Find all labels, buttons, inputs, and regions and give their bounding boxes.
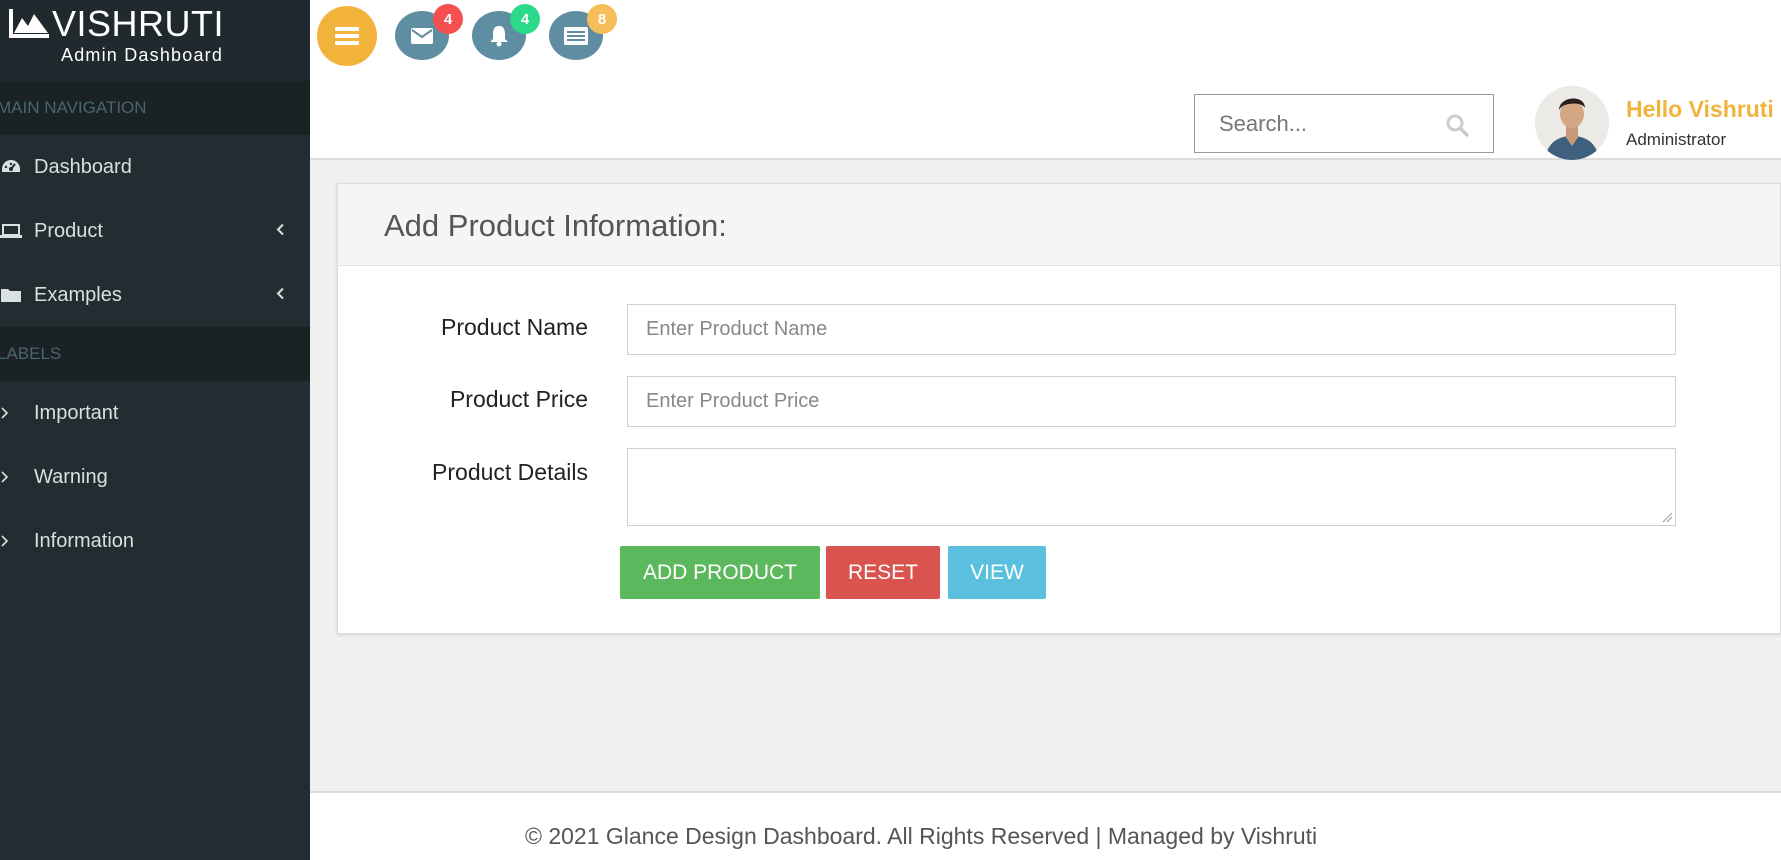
chevron-left-icon	[276, 220, 286, 243]
tasks-icon	[564, 26, 588, 45]
hamburger-icon	[335, 27, 359, 45]
user-role: Administrator	[1626, 130, 1727, 149]
mountain-logo-icon	[9, 9, 49, 38]
sidebar-item-warning[interactable]: Warning	[0, 445, 310, 509]
add-product-panel: Add Product Information: Product Name Pr…	[337, 183, 1781, 634]
product-price-input[interactable]	[628, 377, 1675, 426]
sidebar: VISHRUTI Admin Dashboard MAIN NAVIGATION…	[0, 0, 310, 860]
sidebar-item-label: Dashboard	[34, 155, 132, 178]
search-icon[interactable]	[1445, 113, 1469, 142]
product-price-field-wrapper	[627, 376, 1676, 427]
add-product-button[interactable]: ADD PRODUCT	[620, 546, 820, 599]
envelope-icon	[411, 27, 433, 44]
panel-header: Add Product Information:	[338, 184, 1780, 266]
reset-button[interactable]: RESET	[826, 546, 940, 599]
panel-title: Add Product Information:	[384, 208, 727, 243]
messages-count-badge: 4	[433, 4, 463, 34]
topbar: 4 4 8 Hello Vishruti Administrator	[310, 0, 1781, 160]
sidebar-item-label: Important	[34, 401, 119, 424]
main-navigation-header: MAIN NAVIGATION	[0, 81, 310, 135]
product-details-field-wrapper	[627, 448, 1676, 526]
brand-subtitle: Admin Dashboard	[61, 45, 224, 65]
sidebar-item-important[interactable]: Important	[0, 381, 310, 445]
search-input[interactable]	[1195, 95, 1435, 152]
brand-title: VISHRUTI	[52, 3, 225, 44]
tasks-count-badge: 8	[587, 4, 617, 34]
product-details-label: Product Details	[432, 459, 588, 485]
notifications-button[interactable]: 4	[472, 4, 540, 60]
product-name-field-wrapper	[627, 304, 1676, 355]
chevron-left-icon	[276, 284, 286, 307]
dashboard-icon	[0, 156, 22, 178]
product-name-label: Product Name	[440, 314, 588, 340]
chevron-right-icon	[0, 402, 22, 424]
chevron-right-icon	[0, 530, 22, 552]
product-name-input[interactable]	[628, 305, 1675, 354]
chevron-right-icon	[0, 466, 22, 488]
brand-logo: VISHRUTI	[8, 6, 224, 42]
labels-header: LABELS	[0, 327, 310, 381]
sidebar-item-label: Product	[34, 219, 103, 242]
search-box	[1194, 94, 1494, 153]
sidebar-item-label: Examples	[34, 283, 122, 306]
tasks-button[interactable]: 8	[549, 4, 617, 60]
bell-icon	[490, 25, 508, 46]
sidebar-item-label: Information	[34, 529, 135, 552]
messages-button[interactable]: 4	[395, 4, 463, 60]
footer-copyright: © 2021 Glance Design Dashboard. All Righ…	[525, 823, 1318, 849]
user-photo	[1535, 86, 1609, 160]
avatar[interactable]	[1535, 86, 1609, 160]
sidebar-item-label: Warning	[34, 465, 108, 488]
product-details-textarea[interactable]	[628, 449, 1675, 525]
sidebar-item-examples[interactable]: Examples	[0, 263, 310, 327]
sidebar-item-information[interactable]: Information	[0, 509, 310, 573]
notifications-count-badge: 4	[510, 4, 540, 34]
brand[interactable]: VISHRUTI Admin Dashboard	[0, 0, 310, 81]
menu-toggle-button[interactable]	[317, 6, 377, 66]
folder-icon	[0, 284, 22, 306]
footer: © 2021 Glance Design Dashboard. All Righ…	[310, 791, 1781, 860]
resize-handle-icon[interactable]	[1661, 511, 1673, 523]
product-price-label: Product Price	[449, 386, 588, 412]
laptop-icon	[0, 220, 22, 242]
view-button[interactable]: VIEW	[948, 546, 1046, 599]
sidebar-item-dashboard[interactable]: Dashboard	[0, 135, 310, 199]
product-form: Product Name Product Price Product Detai…	[338, 266, 1780, 635]
user-name[interactable]: Hello Vishruti	[1626, 96, 1774, 123]
sidebar-item-product[interactable]: Product	[0, 199, 310, 263]
